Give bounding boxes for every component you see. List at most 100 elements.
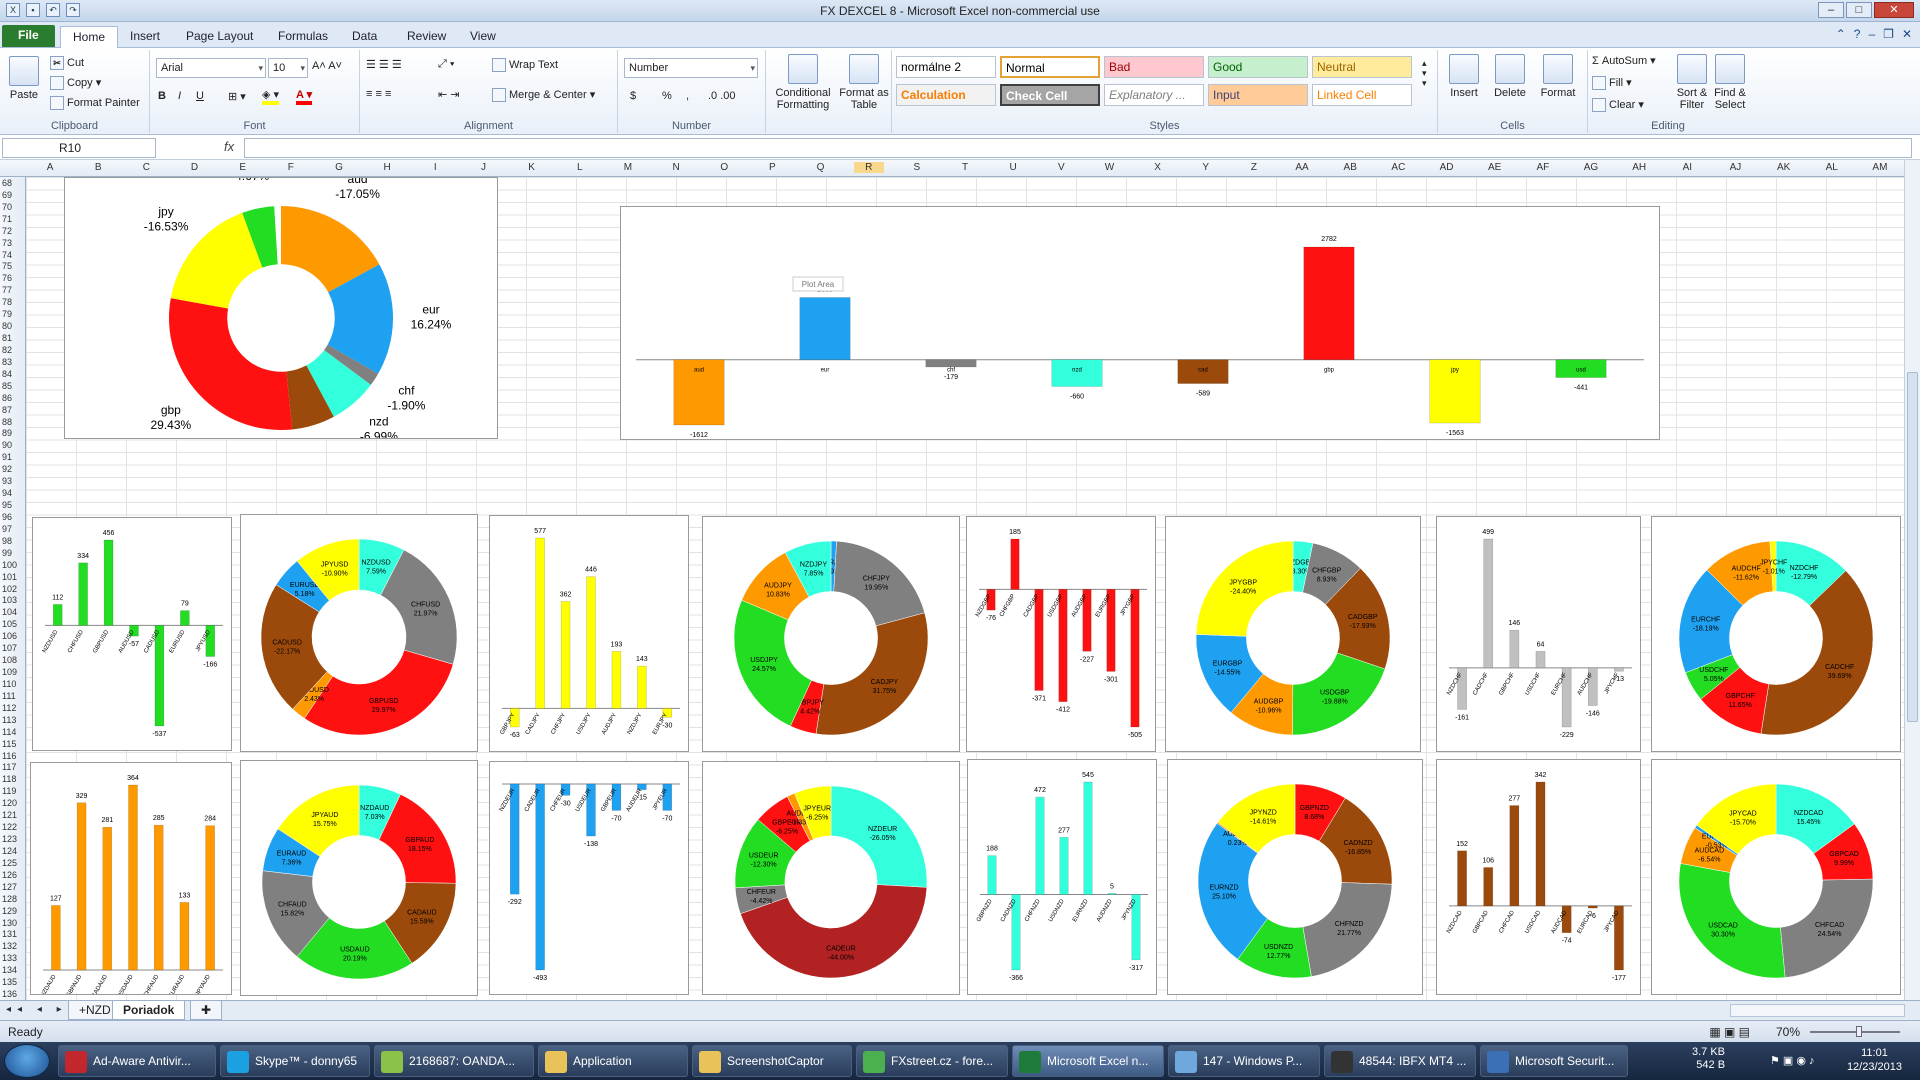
tab-insert[interactable]: Insert <box>118 26 172 48</box>
jpy-bar-chart[interactable]: -63 GBPJPY 577 CADJPY 362 CHFJPY 446 USDJPY 193 A… <box>489 515 689 752</box>
taskbar-item[interactable]: Application <box>538 1045 688 1077</box>
row-header[interactable]: 68 <box>2 178 12 188</box>
row-header[interactable]: 84 <box>2 369 12 379</box>
row-header[interactable]: 133 <box>2 953 17 963</box>
scroll-thumb[interactable] <box>1907 372 1918 722</box>
tab-home[interactable]: Home <box>60 26 119 48</box>
formula-input[interactable] <box>244 138 1912 158</box>
workbook-restore-icon[interactable]: ❐ <box>1883 27 1894 41</box>
clear-button[interactable]: Clear ▾ <box>1592 98 1644 113</box>
help-icon[interactable]: ? <box>1854 27 1861 41</box>
row-header[interactable]: 100 <box>2 560 17 570</box>
column-header[interactable]: AE <box>1480 162 1510 173</box>
column-header[interactable]: V <box>1046 162 1076 173</box>
main-donut-chart[interactable]: aud-17.05%eur16.24%chf-1.90%nzd-6.99%cad… <box>64 177 498 439</box>
chf-bar-chart[interactable]: -161 NZDCHF 499 CADCHF 146 GBPCHF 64 USDCHF -229… <box>1436 516 1641 752</box>
taskbar-item[interactable]: 147 - Windows P... <box>1168 1045 1320 1077</box>
tab-formulas[interactable]: Formulas <box>266 26 340 48</box>
font-name-dropdown[interactable]: Arial <box>156 58 266 78</box>
column-header[interactable]: H <box>372 162 402 173</box>
sort-filter-button[interactable]: Sort & Filter <box>1674 54 1710 111</box>
column-header[interactable]: I <box>420 162 450 173</box>
row-header[interactable]: 127 <box>2 882 17 892</box>
gbp-donut-chart[interactable]: NZDGBP -3.30% CHFGBP 8.93% CADGBP -17.93% USDG… <box>1165 516 1421 752</box>
tab-file[interactable]: File <box>2 25 55 47</box>
borders-icon[interactable]: ⊞ ▾ <box>228 90 246 103</box>
indent-icon[interactable]: ⇤ ⇥ <box>438 88 460 101</box>
style-linked-cell[interactable]: Linked Cell <box>1312 84 1412 106</box>
worksheet-grid[interactable]: aud-17.05%eur16.24%chf-1.90%nzd-6.99%cad… <box>26 177 1904 1000</box>
orientation-icon[interactable]: ⤢ ▾ <box>438 58 454 71</box>
row-header[interactable]: 129 <box>2 906 17 916</box>
column-header[interactable]: J <box>468 162 498 173</box>
style-normalne-2[interactable]: normálne 2 <box>896 56 996 78</box>
column-header[interactable]: N <box>661 162 691 173</box>
row-header[interactable]: 82 <box>2 345 12 355</box>
gbp-bar-chart[interactable]: -76 NZDGBP 185 CHFGBP -371 CADGBP -412 USDGBP -2… <box>966 516 1156 752</box>
cut-button[interactable]: ✂ Cut <box>50 56 84 70</box>
column-header[interactable]: S <box>902 162 932 173</box>
tray-icons[interactable]: ⚑ ▣ ◉ ♪ <box>1770 1054 1815 1067</box>
decimal-icon[interactable]: .0 .00 <box>708 90 736 102</box>
row-header[interactable]: 85 <box>2 381 12 391</box>
column-header[interactable]: U <box>998 162 1028 173</box>
cad-bar-chart[interactable]: 152 NZDCAD 106 GBPCAD 277 CHFCAD 342 USDCAD -74 A… <box>1436 759 1641 995</box>
row-header[interactable]: 104 <box>2 607 17 617</box>
aud-bar-chart[interactable]: 127 NZDAUD 329 GBPAUD 281 CADAUD 364 USDAUD 285 C… <box>30 762 232 995</box>
row-header[interactable]: 117 <box>2 762 16 772</box>
row-header[interactable]: 113 <box>2 715 16 725</box>
row-header[interactable]: 119 <box>2 786 16 796</box>
main-bar-chart[interactable]: -1612aud1535eur-179chf-660nzd-589cad2782… <box>620 206 1660 440</box>
column-header[interactable]: AF <box>1528 162 1558 173</box>
column-header[interactable]: AI <box>1672 162 1702 173</box>
column-header[interactable]: AA <box>1287 162 1317 173</box>
bold-button[interactable]: B <box>158 90 166 102</box>
column-header[interactable]: AK <box>1769 162 1799 173</box>
row-header[interactable]: 131 <box>2 929 17 939</box>
row-header[interactable]: 92 <box>2 464 12 474</box>
row-header[interactable]: 93 <box>2 476 12 486</box>
ribbon-minimize-icon[interactable]: ⌃ <box>1836 27 1846 41</box>
row-header[interactable]: 94 <box>2 488 12 498</box>
font-color-icon[interactable]: A ▾ <box>296 88 313 105</box>
row-header[interactable]: 77 <box>2 285 12 295</box>
row-header[interactable]: 120 <box>2 798 17 808</box>
style-neutral[interactable]: Neutral <box>1312 56 1412 78</box>
zoom-slider[interactable] <box>1810 1031 1900 1033</box>
paste-button[interactable]: Paste <box>6 56 42 101</box>
column-header[interactable]: AJ <box>1720 162 1750 173</box>
row-header[interactable]: 91 <box>2 452 12 462</box>
workbook-minimize-icon[interactable]: – <box>1868 27 1875 41</box>
autosum-button[interactable]: Σ AutoSum ▾ <box>1592 54 1656 67</box>
align-left-icon[interactable]: ≡ ≡ ≡ <box>366 88 391 100</box>
column-header[interactable]: K <box>517 162 547 173</box>
row-header[interactable]: 70 <box>2 202 12 212</box>
row-header[interactable]: 101 <box>2 572 17 582</box>
column-header[interactable]: D <box>180 162 210 173</box>
column-header[interactable]: Q <box>806 162 836 173</box>
column-header[interactable]: Y <box>1191 162 1221 173</box>
taskbar-item[interactable]: ScreenshotCaptor <box>692 1045 852 1077</box>
column-header[interactable]: AD <box>1432 162 1462 173</box>
row-header[interactable]: 115 <box>2 739 16 749</box>
row-header[interactable]: 90 <box>2 440 12 450</box>
row-header[interactable]: 95 <box>2 500 12 510</box>
column-header[interactable]: AC <box>1383 162 1413 173</box>
cad-donut-chart[interactable]: NZDCAD 15.45% GBPCAD 9.99% CHFCAD 24.54% USDCA… <box>1651 759 1901 995</box>
font-size-dropdown[interactable]: 10 <box>268 58 308 78</box>
nzd-bar-chart[interactable]: 188 GBPNZD -366 CADNZD 472 CHFNZD 277 USDNZD 545… <box>967 759 1157 995</box>
wrap-text-button[interactable]: Wrap Text <box>492 58 558 72</box>
maximize-button[interactable]: □ <box>1846 2 1872 18</box>
grow-font-button[interactable]: A˄ A˅ <box>312 60 342 72</box>
column-header[interactable]: E <box>228 162 258 173</box>
taskbar-item[interactable]: Microsoft Excel n... <box>1012 1045 1164 1077</box>
usd-bar-chart[interactable]: 112 NZDUSD 334 CHFUSD 456 GBPUSD -57 AUDUSD -537… <box>32 517 232 751</box>
row-header[interactable]: 123 <box>2 834 17 844</box>
row-header[interactable]: 124 <box>2 846 17 856</box>
delete-cells-button[interactable]: Delete <box>1490 54 1530 99</box>
zoom-level[interactable]: 70% <box>1776 1025 1800 1039</box>
eur-donut-chart[interactable]: NZDEUR -26.05% CADEUR -44.00% CHFEUR -4.42% US… <box>702 761 960 995</box>
row-header[interactable]: 76 <box>2 273 12 283</box>
row-header[interactable]: 125 <box>2 858 17 868</box>
column-header[interactable]: T <box>950 162 980 173</box>
